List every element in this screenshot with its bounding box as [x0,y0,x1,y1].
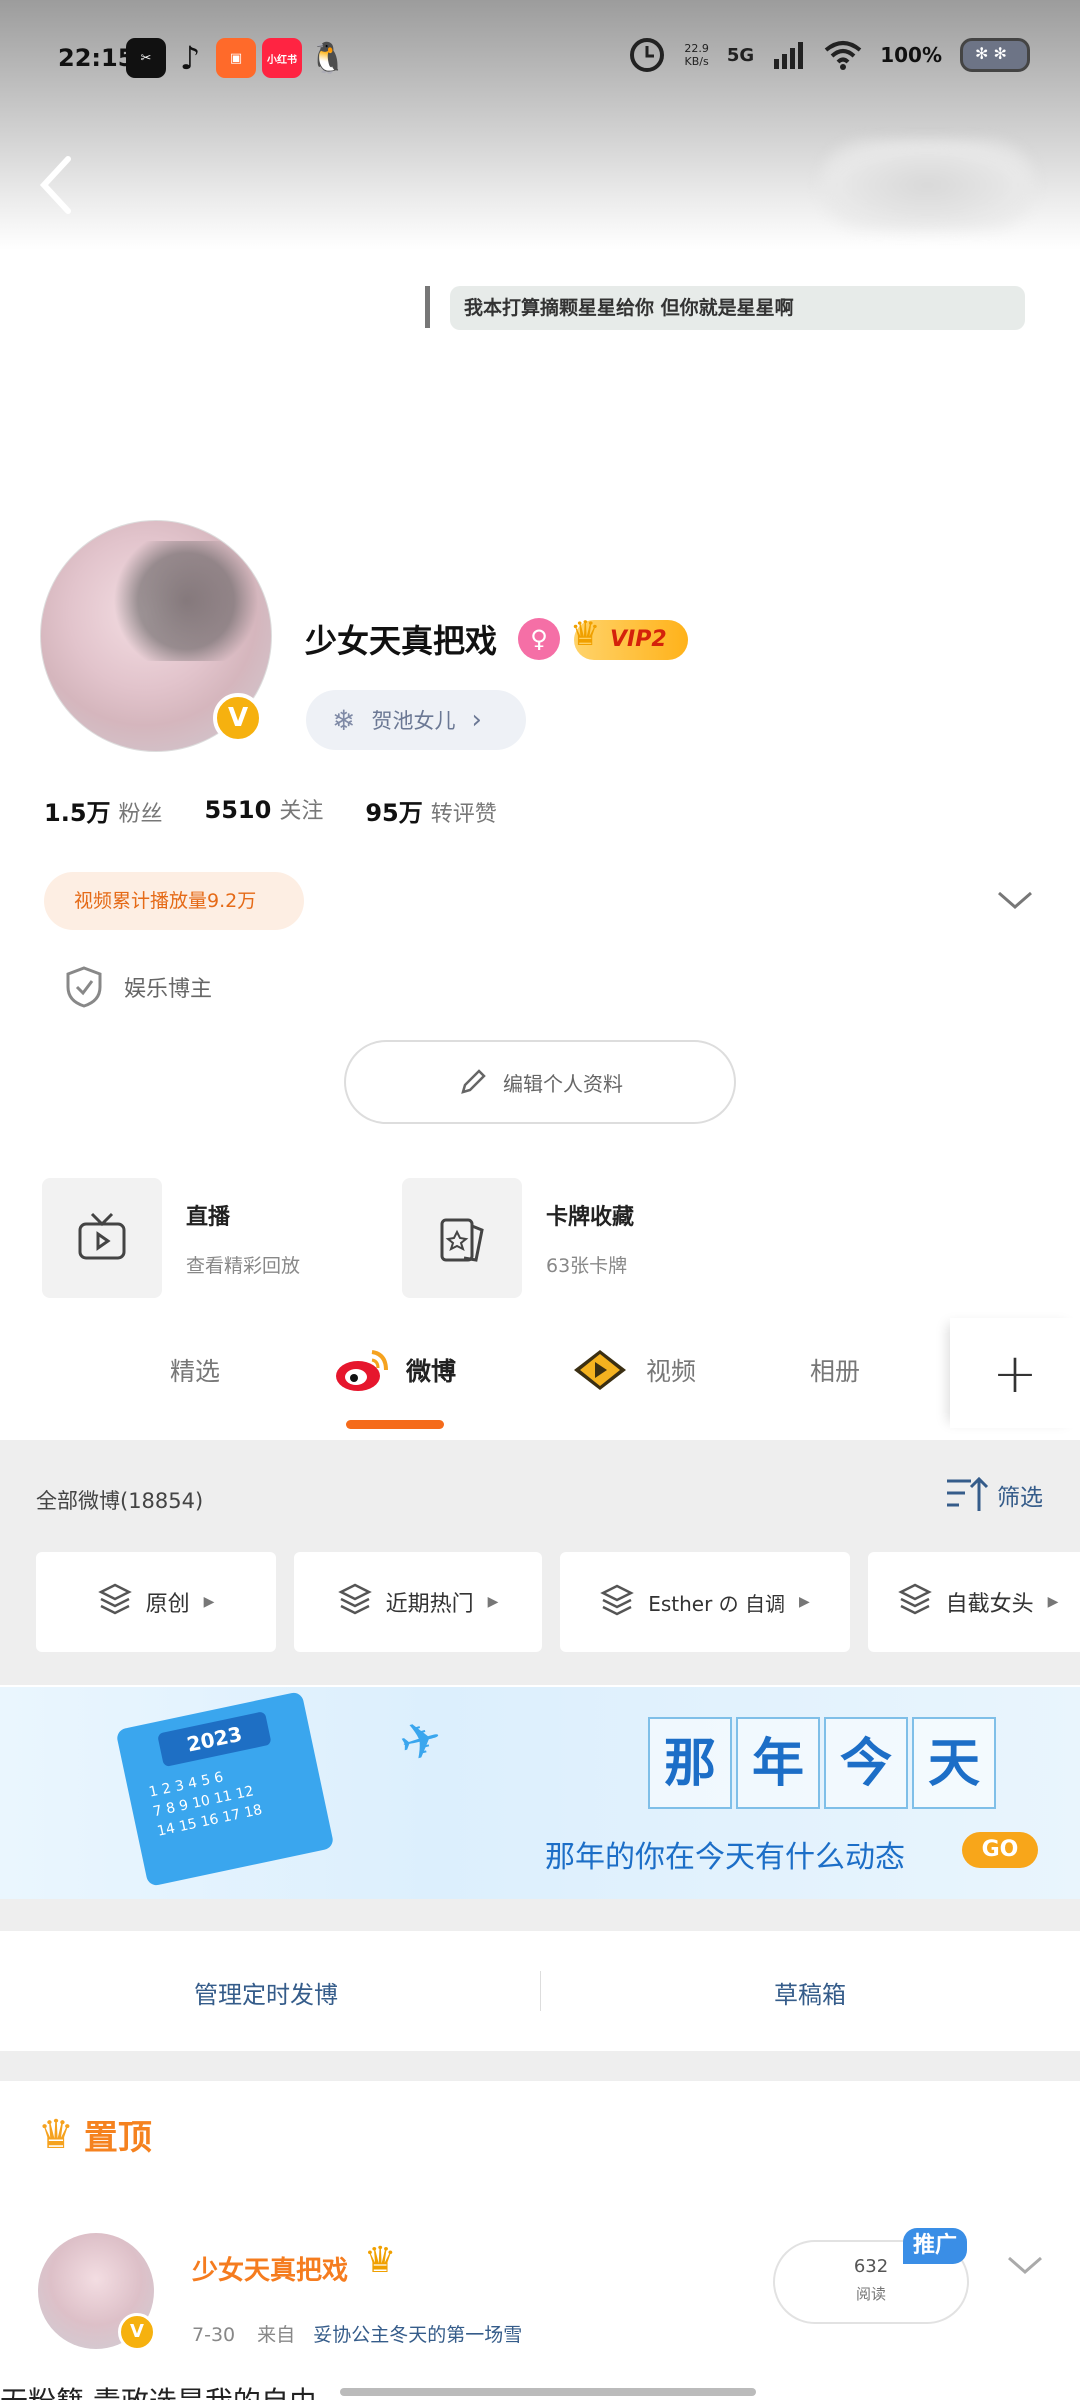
calendar-icon: 2023 1 2 3 4 5 67 8 9 10 11 12 14 15 16 1… [115,1690,335,1888]
paper-plane-icon: ✈ [393,1707,449,1775]
battery-percent: 100% [880,43,942,67]
crown-icon: ♛ [38,2111,74,2158]
category-original[interactable]: 原创 ▶ [36,1552,276,1652]
layers-icon [337,1582,372,1622]
triangle-right-icon: ▶ [1047,1594,1059,1610]
pinned-header: ♛ 置顶 [38,2111,152,2159]
wifi-icon [824,41,862,70]
feature-subtitle: 63张卡牌 [546,1254,628,1277]
edit-profile-button[interactable]: 编辑个人资料 [344,1040,736,1124]
layers-icon [897,1582,932,1622]
post-author[interactable]: 少女天真把戏 [192,2250,348,2287]
quote-bar [425,286,430,328]
blurred-avatar [820,140,1035,230]
capcut-icon: ✂ [126,38,166,78]
section-gap [0,2051,1080,2081]
network-label: 5G [726,44,755,66]
stat-following[interactable]: 5510 关注 [205,793,324,828]
tiktok-icon: ♪ [179,39,201,77]
stat-interactions[interactable]: 95万 转评赞 [365,793,496,828]
profile-signature: 我本打算摘颗星星给你 但你就是星星啊 [450,286,1025,330]
active-tab-indicator [346,1420,444,1429]
banner-go-button[interactable]: GO [962,1832,1038,1868]
group-chip-label: 贺池女儿 [371,709,456,733]
snowflake-icon: ❄ [332,703,356,737]
triangle-right-icon: ▶ [799,1594,810,1610]
signal-icon [774,42,804,69]
tab-featured[interactable]: 精选 [170,1352,220,1388]
section-gap [0,1899,1080,1931]
category-avatars[interactable]: 自截女头 ▶ [868,1552,1080,1652]
profile-tabs: 精选 微博 视频 相册 + [0,1310,1080,1440]
net-speed: 22.9 KB/s [684,42,709,68]
promote-badge[interactable]: 推广 [903,2228,967,2264]
tab-weibo[interactable]: 微博 [406,1352,456,1388]
stat-followers[interactable]: 1.5万 粉丝 [44,793,163,828]
tv-icon [78,1212,126,1260]
pencil-icon [461,1069,486,1094]
feature-subtitle: 查看精彩回放 [186,1254,301,1277]
female-icon: ♀ [518,618,560,660]
feature-title: 直播 [186,1204,231,1230]
card-icon [440,1218,484,1262]
feature-title: 卡牌收藏 [546,1204,635,1230]
scheduled-posts-button[interactable]: 管理定时发博 [194,1975,338,2010]
add-tab-button[interactable]: + [950,1318,1080,1428]
video-plays-chip[interactable]: 视频累计播放量9.2万 [44,872,304,930]
home-indicator[interactable] [340,2388,756,2396]
category-hot[interactable]: 近期热门 ▶ [294,1552,542,1652]
feature-live[interactable]: 直播 查看精彩回放 [42,1178,300,1298]
all-weibo-count: 全部微博(18854) [36,1489,204,1513]
profile-stats: 1.5万 粉丝 5510 关注 95万 转评赞 [44,793,497,828]
chevron-right-icon: › [471,705,482,735]
vip-badge[interactable]: ♛ VIP2 [570,614,688,660]
back-arrow-icon[interactable] [36,155,76,215]
triangle-right-icon: ▶ [487,1594,499,1610]
filter-button[interactable]: 筛选 [945,1475,1043,1515]
plus-icon: + [992,1341,1038,1405]
feature-cards[interactable]: 卡牌收藏 63张卡牌 [402,1178,634,1298]
chevron-down-icon[interactable] [995,885,1035,915]
tab-video[interactable]: 视频 [646,1352,696,1388]
category-esther[interactable]: Esther の 自调 ▶ [560,1552,850,1652]
post-menu-chevron-icon[interactable] [1005,2250,1045,2280]
layers-icon [600,1583,634,1622]
on-this-day-banner[interactable]: 2023 1 2 3 4 5 67 8 9 10 11 12 14 15 16 1… [0,1687,1080,1899]
username: 少女天真把戏 [305,622,498,660]
banner-subtitle: 那年的你在今天有什么动态 [545,1840,905,1875]
triangle-right-icon: ▶ [203,1594,215,1610]
status-bar: 22:15 ✂ ♪ ▣ 小红书 🐧 22.9 KB/s 5G 100% [0,30,1080,90]
post-meta: 7-30 来自 妥协公主冬天的第一场雪 [192,2324,523,2346]
verified-badge: V [118,2313,156,2351]
drafts-button[interactable]: 草稿箱 [774,1975,846,2010]
tab-album[interactable]: 相册 [810,1352,860,1388]
tag-row: 娱乐博主 [64,965,212,1009]
status-time: 22:15 [58,44,135,72]
post-text-preview: 无粉籍 青政选是我的自由 [0,2380,317,2400]
video-tab-icon [568,1346,632,1394]
crown-icon: ♛ [570,614,601,654]
kuaishou-icon: ▣ [216,38,256,78]
alarm-icon [630,38,665,72]
shield-icon [66,966,102,1008]
battery-icon [960,38,1030,72]
sort-icon [947,1476,989,1511]
layers-icon [97,1582,132,1622]
qq-icon: 🐧 [309,40,347,76]
post-source[interactable]: 妥协公主冬天的第一场雪 [313,2324,522,2346]
banner-title: 那 年 今 天 [648,1717,996,1809]
tag-label: 娱乐博主 [124,977,213,1002]
feed-filter-panel: 全部微博(18854) 筛选 原创▶ 近期热门▶ Esther の 自调▶ [0,1440,1080,1685]
manage-row: 管理定时发博 草稿箱 [0,1931,1080,2051]
group-chip[interactable]: ❄ 贺池女儿 › [306,690,526,750]
weibo-logo-icon [332,1344,392,1394]
verified-badge: V [213,693,263,743]
member-crown-icon: ♛ [364,2240,397,2281]
xiaohongshu-icon: 小红书 [262,38,302,78]
